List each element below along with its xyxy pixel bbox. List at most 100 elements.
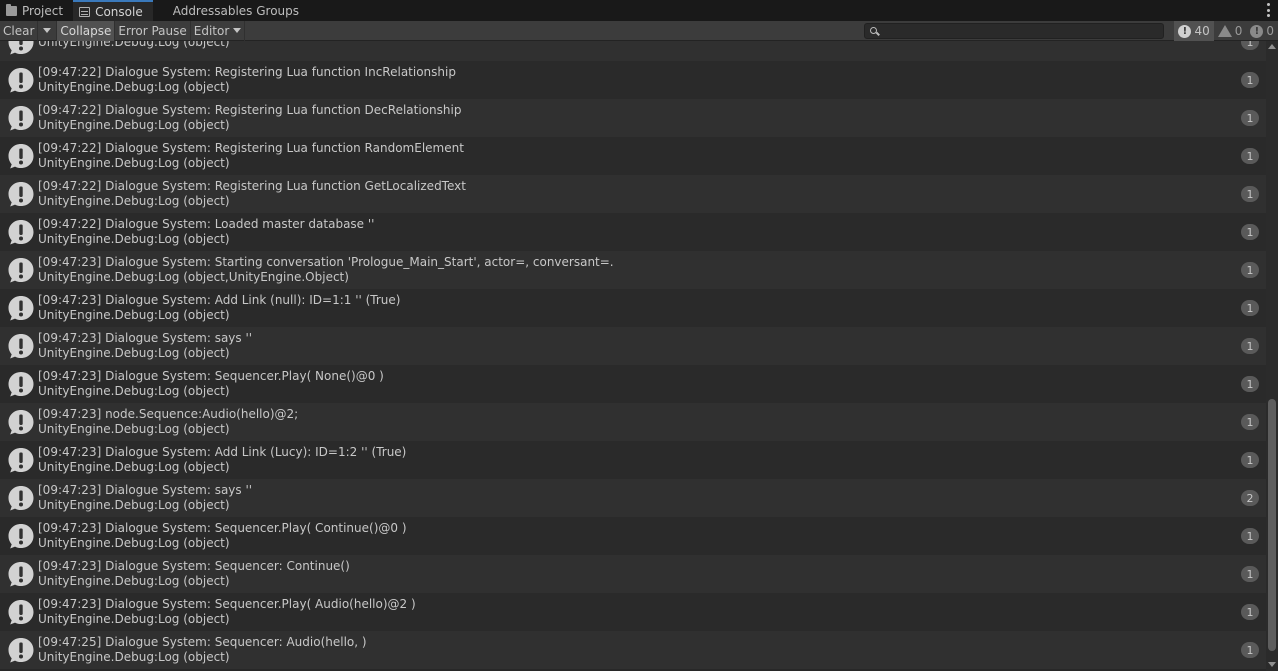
log-message-line: [09:47:23] Dialogue System: Starting con…: [38, 255, 614, 269]
log-entry-row[interactable]: [09:47:23] Dialogue System: Add Link (Lu…: [0, 441, 1266, 479]
log-rows: UnityEngine.Debug:Log (object) 1 [09:47:22…: [0, 41, 1266, 669]
log-message-line: [09:47:23] Dialogue System: Add Link (Lu…: [38, 445, 407, 459]
log-entry-row[interactable]: [09:47:22] Dialogue System: Registering …: [0, 99, 1266, 137]
log-message: [09:47:23] Dialogue System: Sequencer.Pl…: [38, 369, 384, 399]
warning-count: 0: [1234, 24, 1243, 38]
editor-dropdown-label: Editor: [193, 23, 230, 38]
log-message-line: [09:47:23] Dialogue System: Add Link (nu…: [38, 293, 401, 307]
tab-addressables-groups[interactable]: Addressables Groups: [153, 0, 309, 21]
log-message: [09:47:22] Dialogue System: Registering …: [38, 65, 456, 95]
scroll-up-icon[interactable]: [1268, 44, 1276, 49]
log-count-badge: 1: [1241, 566, 1259, 582]
scroll-down-icon[interactable]: [1268, 662, 1276, 667]
log-entry-row[interactable]: [09:47:23] Dialogue System: says '' Unity…: [0, 479, 1266, 517]
collapse-toggle[interactable]: Collapse: [57, 20, 116, 41]
log-message-line: [09:47:22] Dialogue System: Registering …: [38, 65, 456, 79]
tab-console-label: Console: [95, 4, 143, 19]
log-info-icon: [7, 294, 35, 322]
log-count-badge: 1: [1241, 604, 1259, 620]
log-info-icon: [7, 522, 35, 550]
search-input[interactable]: [864, 23, 1164, 39]
log-stacktrace-line: UnityEngine.Debug:Log (object,UnityEngin…: [38, 270, 349, 284]
log-entry-row[interactable]: [09:47:22] Dialogue System: Loaded maste…: [0, 213, 1266, 251]
warning-filter-toggle[interactable]: 0: [1214, 21, 1247, 41]
error-pause-toggle[interactable]: Error Pause: [115, 20, 191, 41]
log-count-badge: 1: [1241, 110, 1259, 126]
tab-console[interactable]: Console: [73, 0, 153, 21]
log-info-icon: [7, 560, 35, 588]
log-info-icon: [7, 636, 35, 664]
log-entry-row[interactable]: [09:47:23] node.Sequence:Audio(hello)@2;…: [0, 403, 1266, 441]
log-message-line: [09:47:22] Dialogue System: Registering …: [38, 179, 466, 193]
log-stacktrace-line: UnityEngine.Debug:Log (object): [38, 422, 230, 436]
log-count-badge: 1: [1241, 338, 1259, 354]
log-entry-row[interactable]: UnityEngine.Debug:Log (object) 1: [0, 41, 1266, 61]
log-entry-row[interactable]: [09:47:23] Dialogue System: Sequencer.Pl…: [0, 517, 1266, 555]
log-stacktrace-line: UnityEngine.Debug:Log (object): [38, 498, 230, 512]
info-icon: !: [1178, 24, 1192, 38]
log-stacktrace-line: UnityEngine.Debug:Log (object): [38, 194, 230, 208]
log-message: [09:47:23] Dialogue System: Add Link (nu…: [38, 293, 400, 323]
tab-project[interactable]: Project: [0, 0, 73, 21]
log-entry-row[interactable]: [09:47:22] Dialogue System: Registering …: [0, 137, 1266, 175]
log-count-badge: 1: [1241, 224, 1259, 240]
console-log-list[interactable]: UnityEngine.Debug:Log (object) 1 [09:47:22…: [0, 41, 1266, 671]
log-info-icon: [7, 218, 35, 246]
log-filter-toggle[interactable]: ! 40: [1174, 21, 1214, 41]
console-icon: [79, 6, 91, 17]
window-tab-bar: Project Console Addressables Groups: [0, 0, 1278, 21]
log-message: [09:47:25] Dialogue System: Sequencer: A…: [38, 635, 367, 665]
log-message-line: [09:47:23] Dialogue System: says '': [38, 331, 253, 345]
log-message-line: [09:47:23] node.Sequence:Audio(hello)@2;: [38, 407, 299, 421]
log-entry-row[interactable]: [09:47:23] Dialogue System: Sequencer.Pl…: [0, 593, 1266, 631]
search-icon: [870, 27, 877, 34]
log-message: [09:47:23] Dialogue System: Sequencer.Pl…: [38, 521, 407, 551]
log-count-badge: 1: [1241, 41, 1259, 50]
log-entry-row[interactable]: [09:47:23] Dialogue System: Add Link (nu…: [0, 289, 1266, 327]
log-entry-row[interactable]: [09:47:23] Dialogue System: Sequencer.Pl…: [0, 365, 1266, 403]
log-info-icon: [7, 332, 35, 360]
log-entry-row[interactable]: [09:47:23] Dialogue System: Sequencer: C…: [0, 555, 1266, 593]
vertical-scrollbar[interactable]: [1266, 41, 1278, 671]
chevron-down-icon: [43, 28, 52, 33]
log-message: [09:47:22] Dialogue System: Registering …: [38, 141, 464, 171]
log-count-badge: 2: [1241, 490, 1259, 506]
log-stacktrace-line: UnityEngine.Debug:Log (object): [38, 80, 230, 94]
log-message-line: [09:47:23] Dialogue System: Sequencer: C…: [38, 559, 350, 573]
log-message: [09:47:22] Dialogue System: Loaded maste…: [38, 217, 374, 247]
clear-button[interactable]: Clear: [0, 20, 39, 41]
chevron-down-icon: [233, 28, 242, 33]
log-stacktrace-line: UnityEngine.Debug:Log (object): [38, 460, 230, 474]
log-count-badge: 1: [1241, 376, 1259, 392]
log-count-badge: 1: [1241, 262, 1259, 278]
log-message: [09:47:23] Dialogue System: Starting con…: [38, 255, 614, 285]
error-filter-toggle[interactable]: ! 0: [1246, 21, 1278, 41]
log-stacktrace-line: UnityEngine.Debug:Log (object): [38, 612, 230, 626]
error-count: 0: [1266, 24, 1274, 38]
log-count-badge: 1: [1241, 528, 1259, 544]
log-info-icon: [7, 41, 35, 56]
log-message: [09:47:22] Dialogue System: Registering …: [38, 103, 461, 133]
log-info-icon: [7, 104, 35, 132]
scrollbar-thumb[interactable]: [1268, 399, 1276, 651]
log-stacktrace-line: UnityEngine.Debug:Log (object): [38, 574, 230, 588]
error-icon: !: [1250, 24, 1264, 38]
console-toolbar: Clear Collapse Error Pause Editor ! 40 0…: [0, 20, 1278, 41]
log-message-line: [09:47:23] Dialogue System: Sequencer.Pl…: [38, 521, 407, 535]
clear-options-dropdown[interactable]: [38, 20, 58, 41]
log-entry-row[interactable]: [09:47:25] Dialogue System: Sequencer: A…: [0, 631, 1266, 669]
log-count-badge: 1: [1241, 414, 1259, 430]
log-entry-row[interactable]: [09:47:23] Dialogue System: says '' Unity…: [0, 327, 1266, 365]
log-stacktrace-line: UnityEngine.Debug:Log (object): [38, 346, 230, 360]
log-entry-row[interactable]: [09:47:22] Dialogue System: Registering …: [0, 61, 1266, 99]
warning-icon: [1217, 25, 1232, 37]
editor-dropdown[interactable]: Editor: [191, 20, 246, 41]
log-message: [09:47:23] Dialogue System: says '' Unity…: [38, 483, 252, 513]
more-options-icon[interactable]: [1266, 3, 1270, 17]
log-message: [09:47:23] Dialogue System: Add Link (Lu…: [38, 445, 406, 475]
log-entry-row[interactable]: [09:47:22] Dialogue System: Registering …: [0, 175, 1266, 213]
log-stacktrace-line: UnityEngine.Debug:Log (object): [38, 41, 230, 49]
log-message-line: [09:47:23] Dialogue System: Sequencer.Pl…: [38, 597, 416, 611]
log-entry-row[interactable]: [09:47:23] Dialogue System: Starting con…: [0, 251, 1266, 289]
log-stacktrace-line: UnityEngine.Debug:Log (object): [38, 156, 230, 170]
